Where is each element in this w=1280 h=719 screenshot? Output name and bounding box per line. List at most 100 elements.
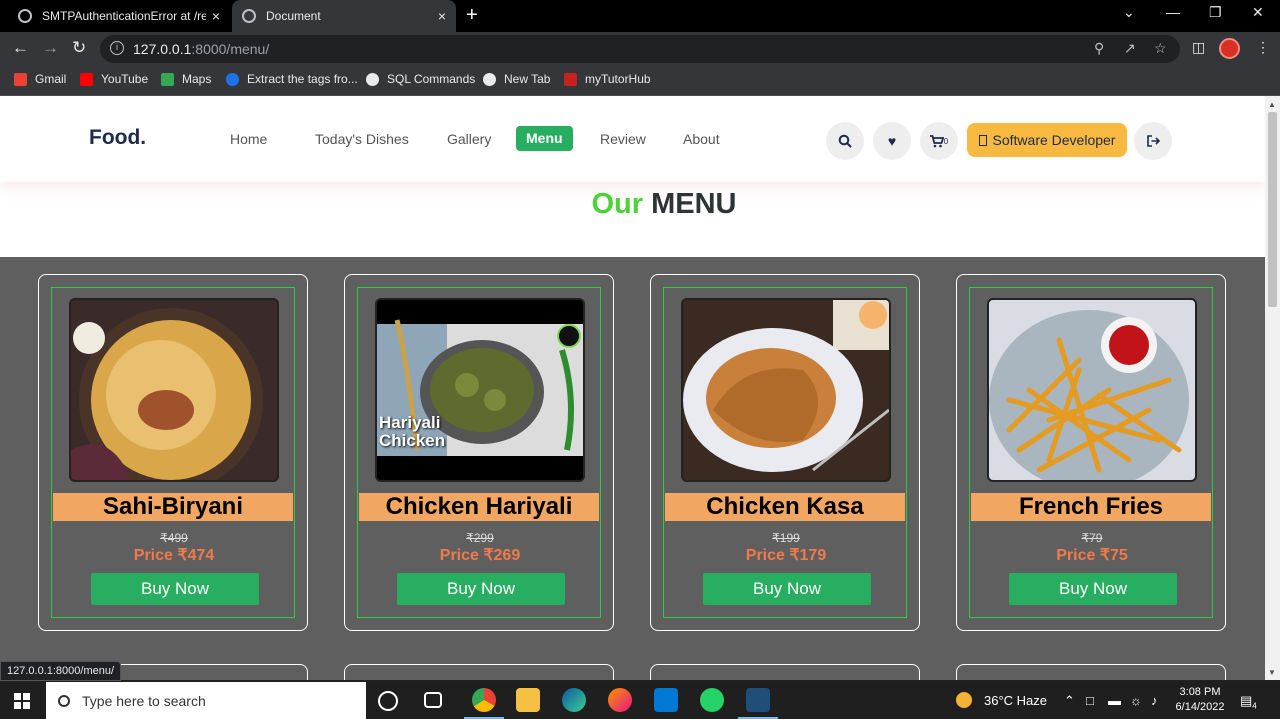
food-photo [681, 298, 891, 482]
buy-now-button[interactable]: Buy Now [397, 573, 565, 605]
notification-center-icon[interactable]: ▤4 [1240, 693, 1257, 711]
browser-tab-strip: SMTPAuthenticationError at /reg × Docume… [0, 0, 1280, 32]
search-icon [838, 134, 852, 148]
dish-name: Chicken Hariyali [359, 493, 599, 521]
weather-text[interactable]: 36°C Haze [984, 693, 1047, 708]
search-button[interactable] [826, 122, 864, 160]
page-scrollbar[interactable]: ▲ ▼ [1265, 96, 1280, 680]
original-price: ₹199 [772, 531, 800, 545]
site-header: Food. Home Today's Dishes Gallery Menu R… [0, 96, 1265, 182]
vscode-icon[interactable] [654, 688, 678, 712]
cortana-icon[interactable] [378, 691, 398, 711]
menu-card-french-fries: French Fries ₹79 Price ₹75 Buy Now [956, 274, 1226, 631]
meet-now-icon[interactable]: □ [1086, 693, 1094, 708]
site-info-icon[interactable]: i [110, 41, 124, 55]
search-icon [58, 694, 70, 707]
edge-icon[interactable] [562, 688, 586, 712]
kebab-menu-icon[interactable]: ⋮ [1256, 39, 1270, 56]
star-icon[interactable]: ☆ [1154, 40, 1167, 57]
globe-icon [483, 72, 496, 86]
battery-icon[interactable]: ▬ [1108, 693, 1121, 708]
bookmark-mytutorhub[interactable]: myTutorHub [564, 72, 651, 86]
nav-todays-dishes[interactable]: Today's Dishes [315, 131, 409, 147]
address-bar[interactable]: i 127.0.0.1:8000/menu/ ⚲ ↗ ☆ [100, 35, 1180, 63]
user-name: Software Developer [992, 132, 1116, 148]
original-price: ₹299 [466, 531, 494, 545]
profile-avatar[interactable] [1219, 38, 1240, 59]
food-photo [987, 298, 1197, 482]
discounted-price: Price ₹75 [1056, 547, 1128, 564]
globe-icon [18, 9, 32, 23]
file-explorer-icon[interactable] [516, 688, 540, 712]
url-text[interactable]: 127.0.0.1:8000/menu/ [133, 41, 269, 57]
snipping-tool-icon[interactable] [738, 688, 778, 719]
search-placeholder: Type here to search [82, 692, 206, 709]
nav-menu[interactable]: Menu [516, 126, 573, 151]
bookmark-gmail[interactable]: Gmail [14, 72, 66, 86]
globe-icon [366, 72, 379, 86]
chrome-icon[interactable] [464, 688, 504, 719]
buy-now-button[interactable]: Buy Now [1009, 573, 1177, 605]
logout-button[interactable] [1134, 122, 1172, 160]
bookmark-maps[interactable]: Maps [161, 72, 211, 86]
nav-gallery[interactable]: Gallery [447, 131, 491, 147]
show-hidden-icons[interactable]: ⌃ [1064, 693, 1075, 709]
link-status-bubble: 127.0.0.1:8000/menu/ [0, 661, 122, 681]
scroll-up-icon[interactable]: ▲ [1268, 100, 1276, 109]
menu-card-next-row [956, 664, 1226, 680]
tab-smtp-error[interactable]: SMTPAuthenticationError at /reg × [8, 0, 230, 32]
close-tab-icon[interactable]: × [212, 8, 220, 24]
cart-icon [929, 134, 944, 147]
favorites-button[interactable]: ♥ [873, 122, 911, 160]
browser-toolbar: ← → ↻ i 127.0.0.1:8000/menu/ ⚲ ↗ ☆ ◫ ⋮ [0, 32, 1280, 66]
whatsapp-icon[interactable] [700, 688, 724, 712]
logout-icon [1146, 135, 1160, 147]
bookmark-extract-tags[interactable]: Extract the tags fro... [226, 72, 358, 86]
menu-card-next-row [344, 664, 614, 680]
firefox-icon[interactable] [608, 688, 632, 712]
taskbar-clock[interactable]: 3:08 PM 6/14/2022 [1170, 685, 1230, 715]
tab-document[interactable]: Document × [232, 0, 456, 32]
tab-title: Document [266, 9, 321, 23]
share-icon[interactable]: ↗ [1124, 40, 1136, 57]
zoom-icon[interactable]: ⚲ [1094, 40, 1104, 57]
menu-card-next-row [650, 664, 920, 680]
task-view-icon[interactable] [424, 692, 442, 708]
new-tab-button[interactable]: + [466, 4, 478, 26]
side-panel-icon[interactable]: ◫ [1192, 39, 1205, 56]
buy-now-button[interactable]: Buy Now [703, 573, 871, 605]
nav-home[interactable]: Home [230, 131, 267, 147]
cart-count: 0 [943, 136, 949, 146]
volume-icon[interactable]: ♪ [1151, 693, 1158, 708]
windows-taskbar: Type here to search 36°C Haze ⌃ □ ▬ ☼ ♪ … [0, 681, 1280, 719]
discounted-price: Price ₹269 [439, 547, 521, 564]
site-logo[interactable]: Food. [89, 126, 146, 150]
close-tab-icon[interactable]: × [438, 8, 446, 24]
discounted-price: Price ₹179 [745, 547, 827, 564]
taskbar-search-input[interactable]: Type here to search [46, 682, 366, 719]
bookmark-sql-commands[interactable]: SQL Commands [366, 72, 475, 86]
forward-icon[interactable]: → [42, 38, 59, 58]
close-window-button[interactable]: ✕ [1252, 4, 1264, 21]
network-icon[interactable]: ☼ [1130, 693, 1142, 708]
nav-about[interactable]: About [683, 131, 720, 147]
reload-icon[interactable]: ↻ [72, 38, 86, 58]
cart-button[interactable]: 0 [920, 122, 958, 160]
minimize-button[interactable]: — [1166, 4, 1180, 20]
bookmark-new-tab[interactable]: New Tab [483, 72, 550, 86]
nav-review[interactable]: Review [600, 131, 646, 147]
clock-time: 3:08 PM [1179, 686, 1221, 698]
buy-now-button[interactable]: Buy Now [91, 573, 259, 605]
restore-button[interactable]: ❐ [1209, 4, 1222, 21]
tab-search-icon[interactable]: ⌄ [1123, 4, 1135, 21]
gmail-icon [14, 72, 27, 86]
original-price: ₹79 [1081, 531, 1103, 545]
menu-card-sahi-biryani: Sahi-Biryani ₹499 Price ₹474 Buy Now [38, 274, 308, 631]
bookmark-youtube[interactable]: YouTube [80, 72, 148, 86]
weather-icon[interactable] [956, 692, 972, 708]
scrollbar-thumb[interactable] [1268, 112, 1277, 307]
windows-start-icon[interactable] [14, 693, 30, 709]
scroll-down-icon[interactable]: ▼ [1268, 668, 1276, 677]
user-profile-button[interactable]: Software Developer [967, 123, 1127, 157]
back-icon[interactable]: ← [12, 38, 29, 58]
